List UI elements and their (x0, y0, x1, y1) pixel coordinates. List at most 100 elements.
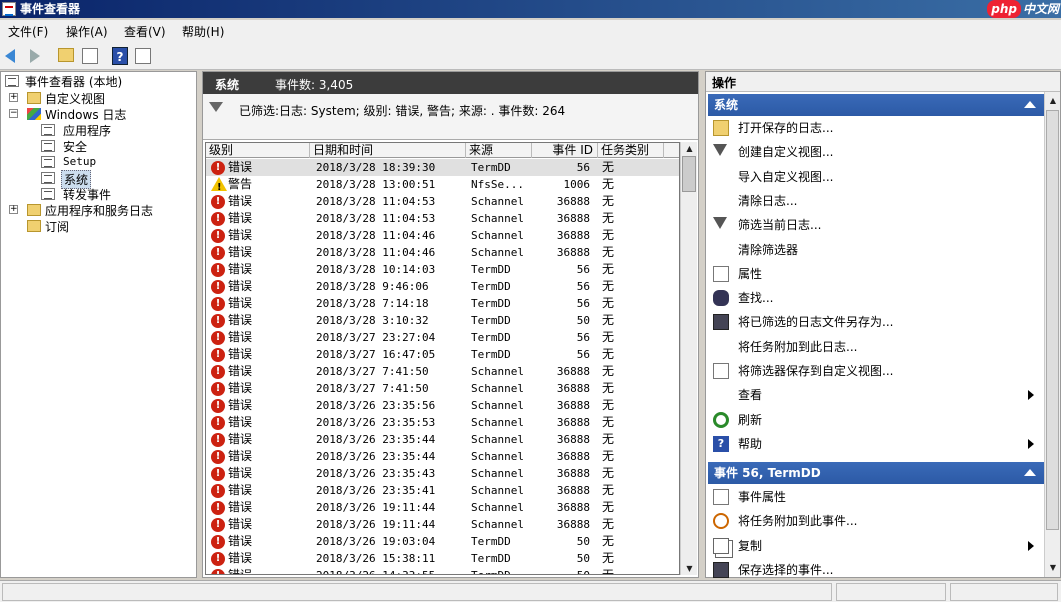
collapse-minus-icon[interactable]: − (9, 109, 18, 118)
cell-source: Schannel (471, 448, 524, 465)
help-icon[interactable]: ? (112, 47, 128, 65)
menu-action[interactable]: 操作(A) (66, 23, 108, 40)
table-row[interactable]: !错误2018/3/28 11:04:46Schannel36888无 (206, 227, 680, 244)
table-row[interactable]: !错误2018/3/26 23:35:44Schannel36888无 (206, 431, 680, 448)
table-row[interactable]: !错误2018/3/26 23:35:53Schannel36888无 (206, 414, 680, 431)
table-row[interactable]: !错误2018/3/28 9:46:06TermDD56无 (206, 278, 680, 295)
menu-file[interactable]: 文件(F) (8, 23, 48, 40)
action-item[interactable]: 事件属性 (708, 485, 1044, 509)
table-row[interactable]: !错误2018/3/28 11:04:46Schannel36888无 (206, 244, 680, 261)
up-folder-icon[interactable] (58, 48, 74, 62)
cell-level: 错误 (228, 312, 252, 329)
section-event[interactable]: 事件 56, TermDD (708, 462, 1044, 484)
back-arrow-icon[interactable] (5, 49, 15, 63)
table-row[interactable]: !错误2018/3/28 3:10:32TermDD50无 (206, 312, 680, 329)
table-row[interactable]: 警告2018/3/28 13:00:51NfsSe...1006无 (206, 176, 680, 193)
log-icon (41, 156, 55, 168)
table-row[interactable]: !错误2018/3/28 10:14:03TermDD56无 (206, 261, 680, 278)
table-row[interactable]: !错误2018/3/26 19:11:44Schannel36888无 (206, 516, 680, 533)
action-label: 保存选择的事件... (738, 558, 833, 582)
folder-open-icon (713, 120, 729, 136)
tree-label-forwarded: 转发事件 (63, 186, 111, 203)
table-row[interactable]: !错误2018/3/27 7:41:50Schannel36888无 (206, 363, 680, 380)
actions-scrollbar[interactable]: ▲ ▼ (1044, 92, 1060, 577)
scroll-up-icon[interactable]: ▲ (1047, 96, 1059, 108)
table-row[interactable]: !错误2018/3/26 23:35:56Schannel36888无 (206, 397, 680, 414)
window-title: 事件查看器 (20, 0, 80, 18)
action-item[interactable]: 查看 (708, 383, 1044, 407)
action-label: 创建自定义视图... (738, 140, 833, 164)
column-task-category[interactable]: 任务类别 (598, 143, 664, 158)
table-row[interactable]: !错误2018/3/28 18:39:30TermDD56无 (206, 159, 680, 176)
table-row[interactable]: !错误2018/3/28 11:04:53Schannel36888无 (206, 210, 680, 227)
scroll-down-icon[interactable]: ▼ (1047, 563, 1059, 575)
cell-level: 错误 (228, 244, 252, 261)
action-item[interactable]: 属性 (708, 262, 1044, 286)
subscriptions-icon (27, 220, 41, 232)
action-item[interactable]: 将任务附加到此事件... (708, 509, 1044, 533)
action-item[interactable]: 复制 (708, 534, 1044, 558)
navigation-tree: 事件查看器 (本地) + 自定义视图 − Windows 日志 应用程序 安全 … (0, 71, 197, 578)
error-icon: ! (211, 348, 225, 362)
forward-arrow-icon[interactable] (30, 49, 40, 63)
column-date-time[interactable]: 日期和时间 (310, 143, 466, 158)
action-item[interactable]: 将已筛选的日志文件另存为... (708, 310, 1044, 334)
action-item[interactable]: 导入自定义视图... (708, 165, 1044, 189)
error-icon: ! (211, 263, 225, 277)
cell-event-id: 56 (532, 261, 590, 278)
action-item[interactable]: 刷新 (708, 408, 1044, 432)
action-item[interactable]: 创建自定义视图... (708, 140, 1044, 164)
action-item[interactable]: 清除日志... (708, 189, 1044, 213)
column-source[interactable]: 来源 (466, 143, 532, 158)
column-level[interactable]: 级别 (206, 143, 310, 158)
table-row[interactable]: !错误2018/3/28 7:14:18TermDD56无 (206, 295, 680, 312)
expand-plus-icon[interactable]: + (9, 93, 18, 102)
error-icon: ! (211, 569, 225, 575)
cell-task-category: 无 (602, 244, 614, 261)
action-item[interactable]: ?帮助 (708, 432, 1044, 456)
table-row[interactable]: !错误2018/3/26 23:35:41Schannel36888无 (206, 482, 680, 499)
table-row[interactable]: !错误2018/3/26 23:35:43Schannel36888无 (206, 465, 680, 482)
table-row[interactable]: !错误2018/3/27 16:47:05TermDD56无 (206, 346, 680, 363)
action-item[interactable]: 将筛选器保存到自定义视图... (708, 359, 1044, 383)
log-icon (41, 124, 55, 136)
action-item[interactable]: 打开保存的日志... (708, 116, 1044, 140)
scroll-thumb[interactable] (1046, 110, 1059, 530)
table-row[interactable]: !错误2018/3/27 23:27:04TermDD56无 (206, 329, 680, 346)
section-system[interactable]: 系统 (708, 94, 1044, 116)
pane-header: 系统 事件数: 3,405 (203, 72, 698, 94)
table-row[interactable]: !错误2018/3/26 14:33:55TermDD50无 (206, 567, 680, 575)
action-item[interactable]: 筛选当前日志... (708, 213, 1044, 237)
collapse-caret-icon[interactable] (1024, 469, 1036, 476)
cell-event-id: 56 (532, 159, 590, 176)
table-row[interactable]: !错误2018/3/26 23:35:44Schannel36888无 (206, 448, 680, 465)
table-row[interactable]: !错误2018/3/26 19:11:44Schannel36888无 (206, 499, 680, 516)
table-row[interactable]: !错误2018/3/27 7:41:50Schannel36888无 (206, 380, 680, 397)
tree-label-windows-logs: Windows 日志 (45, 106, 126, 123)
vertical-scrollbar[interactable]: ▲ ▼ (680, 142, 697, 575)
cell-level: 错误 (228, 397, 252, 414)
show-hide-action-pane-icon[interactable] (135, 48, 151, 64)
error-icon: ! (211, 195, 225, 209)
table-row[interactable]: !错误2018/3/28 11:04:53Schannel36888无 (206, 193, 680, 210)
action-item[interactable]: 查找... (708, 286, 1044, 310)
action-item[interactable]: 保存选择的事件... (708, 558, 1044, 582)
action-item[interactable]: 将任务附加到此日志... (708, 335, 1044, 359)
cell-source: TermDD (471, 278, 511, 295)
expand-plus-icon[interactable]: + (9, 205, 18, 214)
menu-help[interactable]: 帮助(H) (182, 23, 224, 40)
table-row[interactable]: !错误2018/3/26 19:03:04TermDD50无 (206, 533, 680, 550)
action-item[interactable]: 清除筛选器 (708, 238, 1044, 262)
cell-source: TermDD (471, 567, 511, 575)
menu-view[interactable]: 查看(V) (124, 23, 166, 40)
cell-level: 警告 (228, 176, 252, 193)
scroll-down-icon[interactable]: ▼ (683, 562, 696, 575)
scroll-up-icon[interactable]: ▲ (683, 142, 696, 155)
scroll-thumb[interactable] (682, 156, 696, 192)
cell-source: Schannel (471, 465, 524, 482)
show-hide-tree-icon[interactable] (82, 48, 98, 64)
collapse-caret-icon[interactable] (1024, 101, 1036, 108)
column-event-id[interactable]: 事件 ID (532, 143, 598, 158)
cell-task-category: 无 (602, 159, 614, 176)
table-row[interactable]: !错误2018/3/26 15:38:11TermDD50无 (206, 550, 680, 567)
